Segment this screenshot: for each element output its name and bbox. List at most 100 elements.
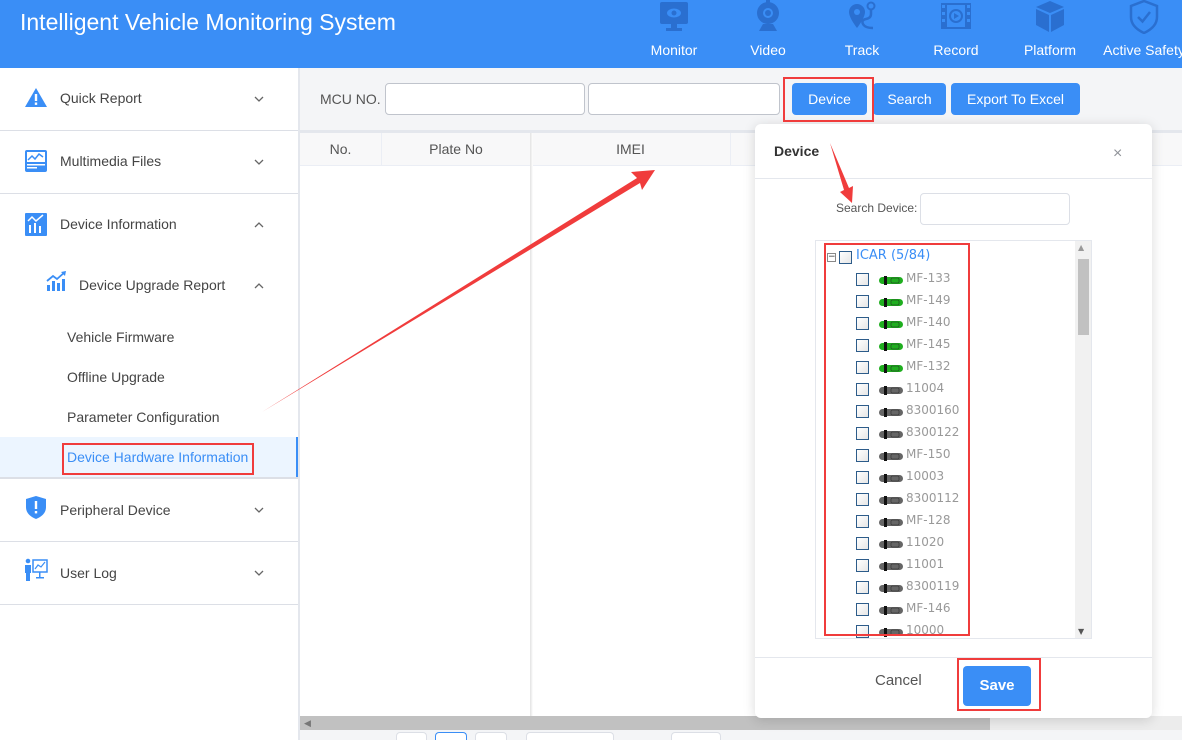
sidebar-item-peripheral-device[interactable]: Peripheral Device	[0, 479, 298, 542]
device-label[interactable]: MF-149	[906, 293, 951, 307]
nav-record[interactable]: Record	[909, 0, 1003, 68]
column-header-plate-no[interactable]: Plate No	[382, 133, 531, 166]
column-header-no[interactable]: No.	[300, 133, 382, 166]
device-label[interactable]: 11004	[906, 381, 944, 395]
tree-item[interactable]: MF-132	[856, 359, 1056, 381]
device-checkbox[interactable]	[856, 537, 869, 550]
device-label[interactable]: 8300122	[906, 425, 959, 439]
device-checkbox[interactable]	[856, 449, 869, 462]
warning-icon	[25, 88, 47, 107]
scroll-left-arrow-icon[interactable]: ◀	[304, 718, 311, 729]
device-checkbox[interactable]	[856, 405, 869, 418]
sidebar-item-device-information[interactable]: Device Information	[0, 194, 298, 257]
sidebar-item-parameter-configuration[interactable]: Parameter Configuration	[0, 397, 298, 437]
nav-monitor[interactable]: Monitor	[627, 0, 721, 68]
device-checkbox[interactable]	[856, 339, 869, 352]
search-device-input[interactable]	[920, 193, 1070, 225]
tree-item[interactable]: 8300122	[856, 425, 1056, 447]
tree-item[interactable]: 10003	[856, 469, 1056, 491]
sidebar-item-quick-report[interactable]: Quick Report	[0, 68, 298, 131]
collapse-icon[interactable]: −	[827, 253, 836, 262]
device-label[interactable]: 11020	[906, 535, 944, 549]
device-checkbox[interactable]	[856, 361, 869, 374]
device-checkbox[interactable]	[856, 559, 869, 572]
tree-item[interactable]: 11001	[856, 557, 1056, 579]
tree-item[interactable]: MF-133	[856, 271, 1056, 293]
column-header-imei[interactable]: IMEI	[531, 133, 731, 166]
pager-next[interactable]	[475, 732, 507, 740]
car-offline-icon	[879, 496, 903, 505]
nav-track[interactable]: Track	[815, 0, 909, 68]
car-offline-icon	[879, 628, 903, 637]
device-button[interactable]: Device	[792, 83, 867, 115]
pager-current-page[interactable]	[435, 732, 467, 740]
tree-item[interactable]: MF-128	[856, 513, 1056, 535]
scroll-up-arrow-icon[interactable]: ▲	[1078, 243, 1084, 252]
search-button[interactable]: Search	[873, 83, 946, 115]
tree-item[interactable]: 10000	[856, 623, 1056, 638]
tree-item[interactable]: 11020	[856, 535, 1056, 557]
tree-item[interactable]: MF-146	[856, 601, 1056, 623]
car-online-icon	[879, 298, 903, 307]
sidebar-item-multimedia-files[interactable]: Multimedia Files	[0, 131, 298, 194]
device-label[interactable]: MF-146	[906, 601, 951, 615]
horizontal-scrollbar[interactable]: ◀	[300, 716, 1182, 730]
nav-active-safety[interactable]: Active Safety	[1097, 0, 1182, 68]
export-excel-button[interactable]: Export To Excel	[951, 83, 1080, 115]
device-checkbox[interactable]	[856, 493, 869, 506]
device-checkbox[interactable]	[856, 625, 869, 638]
device-label[interactable]: 8300112	[906, 491, 959, 505]
device-checkbox[interactable]	[856, 515, 869, 528]
scrollbar-thumb[interactable]	[1078, 259, 1089, 335]
car-online-icon	[879, 364, 903, 373]
tree-item[interactable]: MF-145	[856, 337, 1056, 359]
root-checkbox[interactable]	[839, 251, 852, 264]
close-icon[interactable]: ×	[1113, 145, 1122, 163]
device-checkbox[interactable]	[856, 427, 869, 440]
tree-item[interactable]: 8300112	[856, 491, 1056, 513]
device-label[interactable]: MF-133	[906, 271, 951, 285]
device-checkbox[interactable]	[856, 317, 869, 330]
device-label[interactable]: 11001	[906, 557, 944, 571]
tree-item[interactable]: 8300119	[856, 579, 1056, 601]
sidebar-item-vehicle-firmware[interactable]: Vehicle Firmware	[0, 317, 298, 357]
sidebar-submenu-device-upgrade-report[interactable]: Device Upgrade Report	[0, 266, 298, 306]
save-button[interactable]: Save	[963, 666, 1031, 706]
device-checkbox[interactable]	[856, 295, 869, 308]
tree-item[interactable]: 8300160	[856, 403, 1056, 425]
vertical-scrollbar[interactable]: ▲ ▼	[1075, 241, 1091, 638]
device-label[interactable]: 8300160	[906, 403, 959, 417]
device-checkbox[interactable]	[856, 383, 869, 396]
tree-root-label[interactable]: ICAR (5/84)	[856, 248, 930, 263]
nav-platform[interactable]: Platform	[1003, 0, 1097, 68]
sidebar-item-offline-upgrade[interactable]: Offline Upgrade	[0, 357, 298, 397]
tree-item[interactable]: 11004	[856, 381, 1056, 403]
device-label[interactable]: 8300119	[906, 579, 959, 593]
chevron-down-icon	[254, 96, 264, 102]
device-label[interactable]: MF-132	[906, 359, 951, 373]
goto-page-input[interactable]	[671, 732, 721, 740]
device-label[interactable]: MF-140	[906, 315, 951, 329]
bar-chart-icon	[25, 213, 47, 236]
mcu-no-input[interactable]	[385, 83, 585, 115]
device-checkbox[interactable]	[856, 603, 869, 616]
device-label[interactable]: 10000	[906, 623, 944, 637]
nav-video[interactable]: Video	[721, 0, 815, 68]
device-label[interactable]: MF-128	[906, 513, 951, 527]
device-checkbox[interactable]	[856, 581, 869, 594]
sidebar-item-user-log[interactable]: User Log	[0, 542, 298, 605]
sidebar-item-device-hardware-information[interactable]: Device Hardware Information	[0, 437, 298, 477]
device-label[interactable]: MF-145	[906, 337, 951, 351]
tree-item[interactable]: MF-150	[856, 447, 1056, 469]
scroll-down-arrow-icon[interactable]: ▼	[1078, 627, 1084, 636]
device-label[interactable]: MF-150	[906, 447, 951, 461]
second-filter-input[interactable]	[588, 83, 780, 115]
device-checkbox[interactable]	[856, 471, 869, 484]
pager-prev[interactable]	[396, 732, 427, 740]
tree-item[interactable]: MF-140	[856, 315, 1056, 337]
device-checkbox[interactable]	[856, 273, 869, 286]
cancel-button[interactable]: Cancel	[875, 672, 922, 689]
page-size-select[interactable]	[526, 732, 614, 740]
tree-item[interactable]: MF-149	[856, 293, 1056, 315]
device-label[interactable]: 10003	[906, 469, 944, 483]
